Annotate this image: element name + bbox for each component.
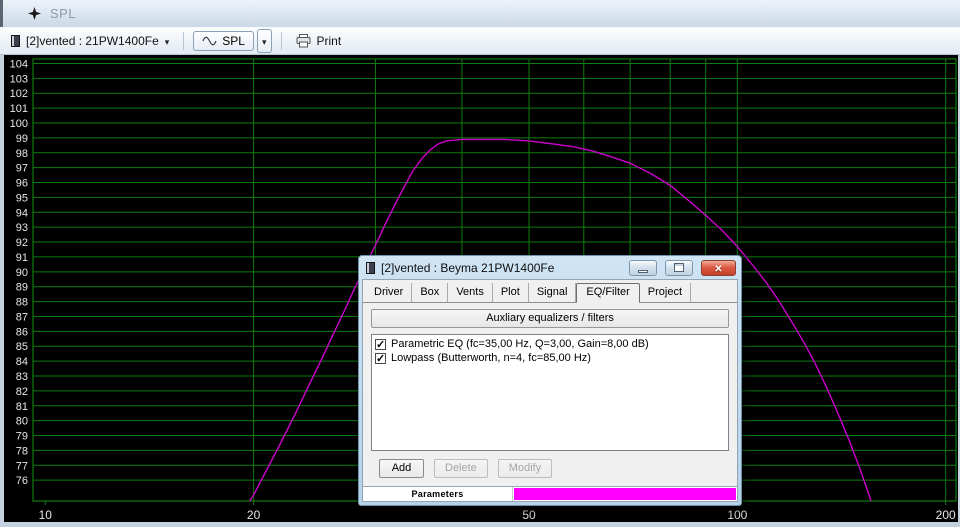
y-tick-label: 81 <box>16 401 28 413</box>
status-progress-cell <box>513 487 737 501</box>
close-button[interactable] <box>701 260 736 276</box>
x-tick-label: 10 <box>39 508 53 522</box>
y-tick-label: 91 <box>16 252 28 264</box>
y-tick-label: 93 <box>16 222 28 234</box>
tab-project[interactable]: Project <box>640 283 691 302</box>
y-tick-label: 102 <box>10 88 28 100</box>
dialog-statusbar: Parameters <box>363 486 737 501</box>
tab-plot[interactable]: Plot <box>493 283 529 302</box>
y-tick-label: 76 <box>16 475 28 487</box>
y-tick-label: 96 <box>16 178 28 190</box>
filter-list[interactable]: Parametric EQ (fc=35,00 Hz, Q=3,00, Gain… <box>371 334 729 451</box>
auxiliary-equalizers-button[interactable]: Auxliary equalizers / filters <box>371 309 729 328</box>
x-tick-label: 100 <box>727 508 747 522</box>
y-tick-label: 99 <box>16 133 28 145</box>
dialog-content: Auxliary equalizers / filters Parametric… <box>363 303 737 486</box>
toolbar: [2]vented : 21PW1400Fe SPL Print <box>0 27 960 55</box>
chevron-down-icon <box>165 34 170 48</box>
dialog-tabs: DriverBoxVentsPlotSignalEQ/FilterProject <box>363 280 737 303</box>
book-icon <box>11 35 20 47</box>
maximize-button[interactable] <box>665 260 693 276</box>
toolbar-separator <box>281 32 282 50</box>
progress-bar <box>514 488 736 500</box>
y-tick-label: 83 <box>16 371 28 383</box>
filter-label: Parametric EQ (fc=35,00 Hz, Q=3,00, Gain… <box>391 338 649 350</box>
x-tick-label: 50 <box>522 508 536 522</box>
delete-button: Delete <box>434 459 488 478</box>
chevron-down-icon <box>262 32 267 50</box>
chart-frame-left <box>0 55 4 527</box>
y-tick-label: 78 <box>16 445 28 457</box>
printer-icon <box>296 34 311 48</box>
y-tick-label: 98 <box>16 148 28 160</box>
tab-vents[interactable]: Vents <box>448 283 493 302</box>
y-tick-label: 100 <box>10 118 28 130</box>
spl-window: SPL [2]vented : 21PW1400Fe SPL <box>0 0 960 527</box>
graph-type-dropdown-button[interactable] <box>257 29 272 53</box>
y-tick-label: 90 <box>16 267 28 279</box>
filter-label: Lowpass (Butterworth, n=4, fc=85,00 Hz) <box>391 352 591 364</box>
x-tick-label: 200 <box>936 508 956 522</box>
graph-type-combo: SPL <box>193 29 271 53</box>
y-tick-label: 92 <box>16 237 28 249</box>
project-selector-label: [2]vented : 21PW1400Fe <box>26 34 159 48</box>
y-tick-label: 89 <box>16 282 28 294</box>
tab-box[interactable]: Box <box>412 283 448 302</box>
y-tick-label: 80 <box>16 416 28 428</box>
close-icon <box>714 259 722 277</box>
tab-driver[interactable]: Driver <box>366 283 412 302</box>
minimize-button[interactable] <box>629 260 657 276</box>
dialog-title: [2]vented : Beyma 21PW1400Fe <box>381 261 621 275</box>
sine-wave-icon <box>202 36 217 46</box>
y-tick-label: 95 <box>16 192 28 204</box>
y-tick-label: 104 <box>10 58 28 70</box>
filter-checkbox[interactable] <box>375 353 386 364</box>
y-tick-label: 84 <box>16 356 28 368</box>
y-tick-label: 101 <box>10 103 28 115</box>
toolbar-separator <box>183 32 184 50</box>
titlebar[interactable]: SPL <box>0 0 960 27</box>
project-selector-button[interactable]: [2]vented : 21PW1400Fe <box>6 31 174 51</box>
add-button[interactable]: Add <box>379 459 424 478</box>
y-tick-label: 82 <box>16 386 28 398</box>
y-tick-label: 103 <box>10 73 28 85</box>
status-label: Parameters <box>411 489 463 499</box>
y-tick-label: 97 <box>16 163 28 175</box>
y-tick-label: 87 <box>16 311 28 323</box>
status-label-cell: Parameters <box>363 487 513 501</box>
filter-list-item[interactable]: Lowpass (Butterworth, n=4, fc=85,00 Hz) <box>372 351 728 365</box>
y-tick-label: 79 <box>16 431 28 443</box>
y-tick-label: 86 <box>16 326 28 338</box>
x-tick-label: 20 <box>247 508 261 522</box>
y-tick-label: 85 <box>16 341 28 353</box>
print-button[interactable]: Print <box>291 31 347 51</box>
eq-filter-dialog[interactable]: [2]vented : Beyma 21PW1400Fe DriverBoxVe… <box>358 255 742 506</box>
dialog-buttons: Add Delete Modify <box>371 451 729 486</box>
tab-signal[interactable]: Signal <box>529 283 577 302</box>
modify-button: Modify <box>498 459 552 478</box>
chart-frame-bottom <box>0 522 960 527</box>
minimize-icon <box>638 270 648 273</box>
dialog-titlebar[interactable]: [2]vented : Beyma 21PW1400Fe <box>362 256 738 279</box>
dialog-body: DriverBoxVentsPlotSignalEQ/FilterProject… <box>362 279 738 502</box>
filter-checkbox[interactable] <box>375 339 386 350</box>
move-icon <box>28 7 41 20</box>
dialog-book-icon <box>366 262 375 274</box>
graph-type-button[interactable]: SPL <box>193 31 254 51</box>
y-tick-label: 94 <box>16 207 28 219</box>
graph-type-label: SPL <box>222 34 245 48</box>
tab-eq-filter[interactable]: EQ/Filter <box>576 283 639 303</box>
filter-list-item[interactable]: Parametric EQ (fc=35,00 Hz, Q=3,00, Gain… <box>372 337 728 351</box>
maximize-icon <box>674 263 684 272</box>
print-label: Print <box>317 34 342 48</box>
window-title: SPL <box>50 6 76 21</box>
y-tick-label: 88 <box>16 297 28 309</box>
y-tick-label: 77 <box>16 460 28 472</box>
